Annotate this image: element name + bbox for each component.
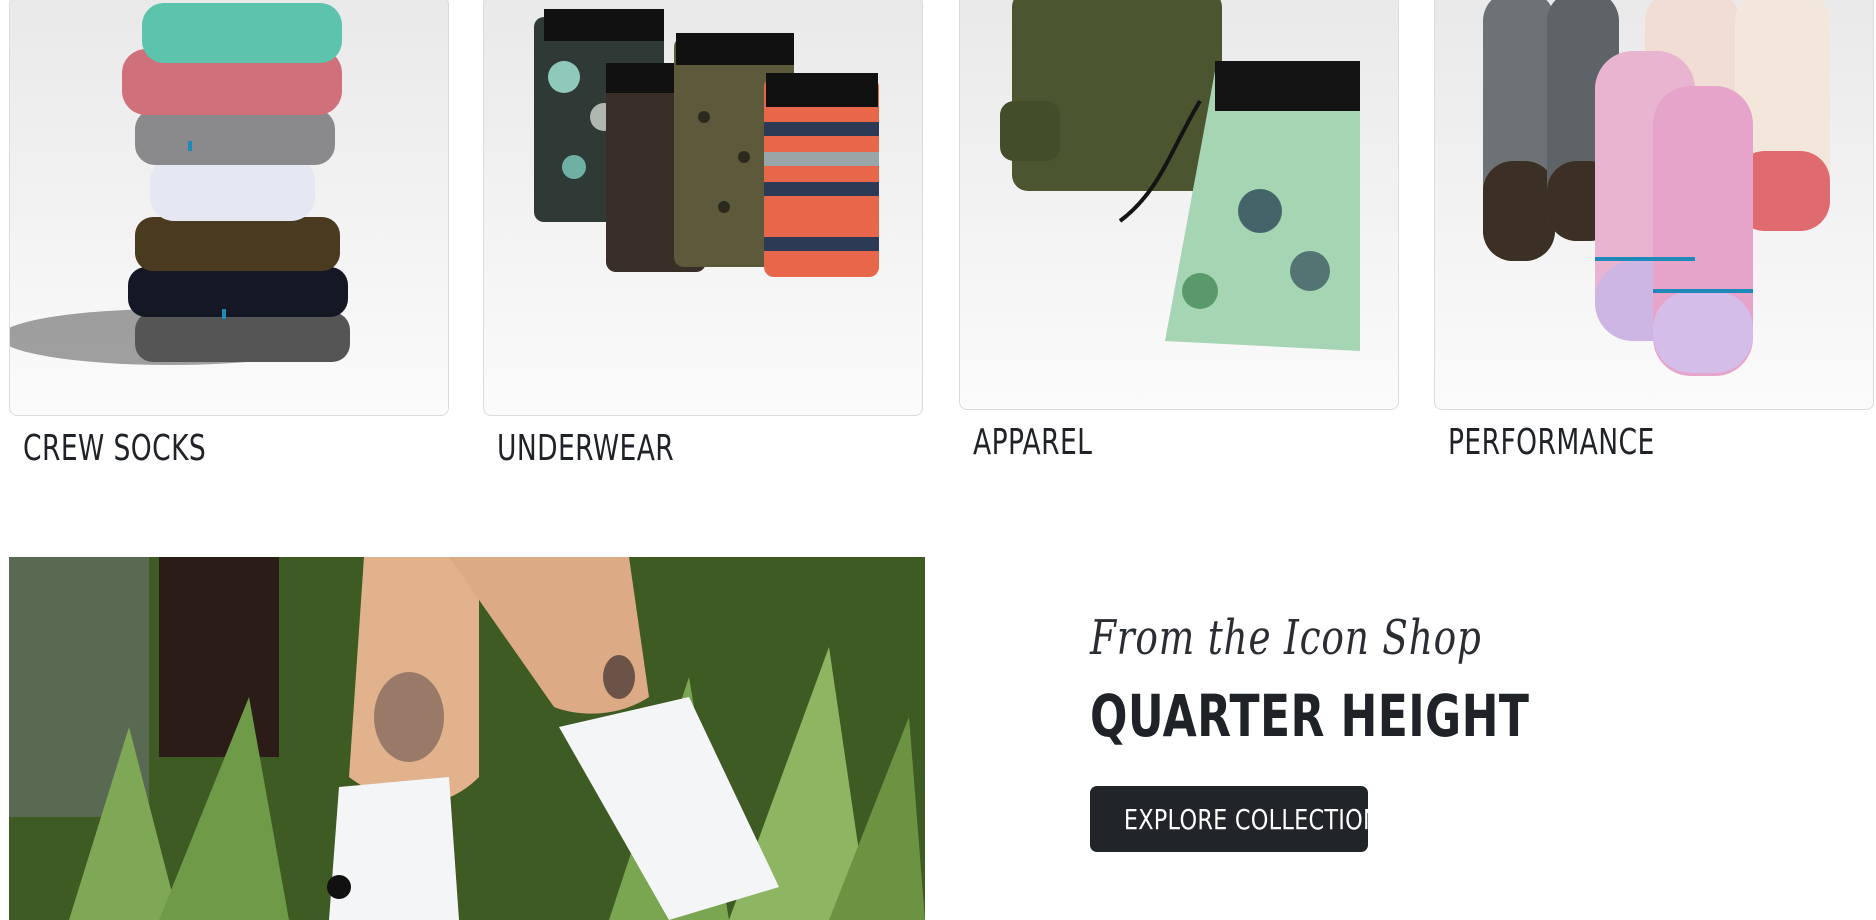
crew-socks-image[interactable] [9,0,449,416]
category-card-apparel[interactable]: APPAREL [959,0,1399,463]
underwear-image[interactable] [483,0,923,416]
category-label[interactable]: APPAREL [973,422,1092,463]
apparel-image[interactable] [959,0,1399,410]
category-label[interactable]: PERFORMANCE [1448,422,1655,463]
category-card-performance[interactable]: PERFORMANCE [1434,0,1874,463]
explore-collections-label: EXPLORE COLLECTIONS [1123,802,1395,836]
promo-text-block: From the Icon Shop QUARTER HEIGHT EXPLOR… [1090,610,1790,852]
category-card-crew-socks[interactable]: CREW SOCKS [9,0,449,469]
quarter-height-promo-image[interactable] [9,557,925,920]
performance-image[interactable] [1434,0,1874,410]
category-label[interactable]: CREW SOCKS [23,428,206,469]
category-label[interactable]: UNDERWEAR [497,428,674,469]
promo-eyebrow: From the Icon Shop [1090,610,1482,666]
category-card-underwear[interactable]: UNDERWEAR [483,0,923,469]
explore-collections-button[interactable]: EXPLORE COLLECTIONS [1090,786,1394,852]
promo-title: QUARTER HEIGHT [1090,682,1530,750]
